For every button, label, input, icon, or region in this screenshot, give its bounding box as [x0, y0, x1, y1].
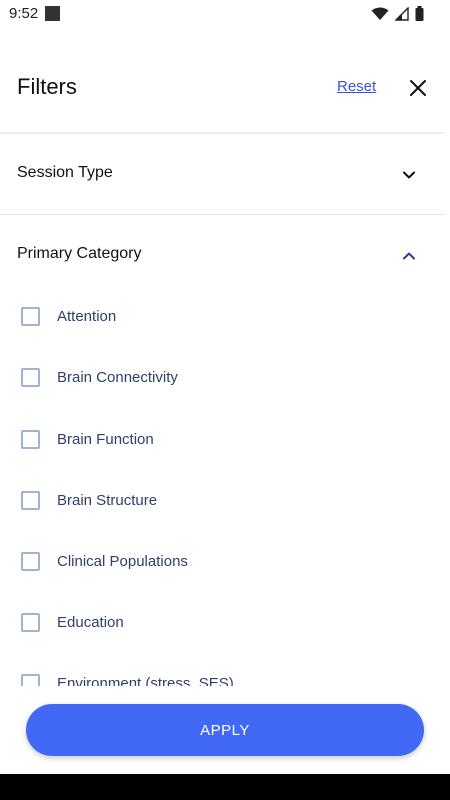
- reset-link[interactable]: Reset: [337, 78, 376, 95]
- checkbox[interactable]: [21, 429, 40, 449]
- filters-header: Filters Reset: [0, 60, 450, 116]
- wifi-icon: [371, 7, 389, 26]
- option-label: Brain Connectivity: [57, 368, 178, 386]
- option-label: Brain Function: [57, 430, 154, 448]
- section-divider: [0, 214, 445, 215]
- checkbox[interactable]: [21, 551, 40, 571]
- checkbox[interactable]: [21, 490, 40, 510]
- option-label: Environment (stress, SES): [57, 674, 234, 687]
- checkbox[interactable]: [21, 306, 40, 326]
- close-icon[interactable]: [406, 76, 430, 100]
- option-label: Brain Structure: [57, 491, 158, 509]
- checkbox[interactable]: [21, 673, 40, 686]
- section-primary-category[interactable]: Primary Category: [0, 225, 445, 285]
- option-brain-structure[interactable]: Brain Structure: [0, 477, 445, 523]
- notification-icon: [45, 6, 60, 21]
- option-clinical-populations[interactable]: Clinical Populations: [0, 538, 445, 584]
- section-title: Primary Category: [17, 245, 142, 262]
- section-session-type[interactable]: Session Type: [0, 144, 445, 204]
- checkbox[interactable]: [21, 612, 40, 632]
- filters-screen: 9:52 Filters Reset Session Type Primary …: [0, 0, 450, 800]
- status-icons: [371, 5, 424, 26]
- checkbox[interactable]: [21, 367, 40, 387]
- header-divider: [0, 132, 445, 134]
- battery-icon: [415, 6, 424, 26]
- system-nav-bar: [0, 774, 450, 800]
- status-bar: 9:52: [0, 0, 450, 28]
- chevron-up-icon: [400, 247, 418, 265]
- apply-button[interactable]: APPLY: [26, 704, 424, 756]
- option-label: Clinical Populations: [57, 552, 188, 570]
- option-brain-connectivity[interactable]: Brain Connectivity: [0, 354, 445, 400]
- page-title: Filters: [17, 74, 77, 99]
- option-attention[interactable]: Attention: [0, 293, 445, 339]
- option-label: Attention: [57, 307, 117, 325]
- option-label: Education: [57, 613, 124, 631]
- option-brain-function[interactable]: Brain Function: [0, 416, 445, 462]
- section-title: Session Type: [17, 164, 113, 181]
- status-time: 9:52: [9, 5, 39, 22]
- category-options-list[interactable]: Attention Brain Connectivity Brain Funct…: [0, 288, 445, 686]
- signal-icon: [394, 5, 409, 26]
- option-education[interactable]: Education: [0, 599, 445, 645]
- chevron-down-icon: [400, 166, 418, 184]
- option-environment[interactable]: Environment (stress, SES): [0, 660, 445, 686]
